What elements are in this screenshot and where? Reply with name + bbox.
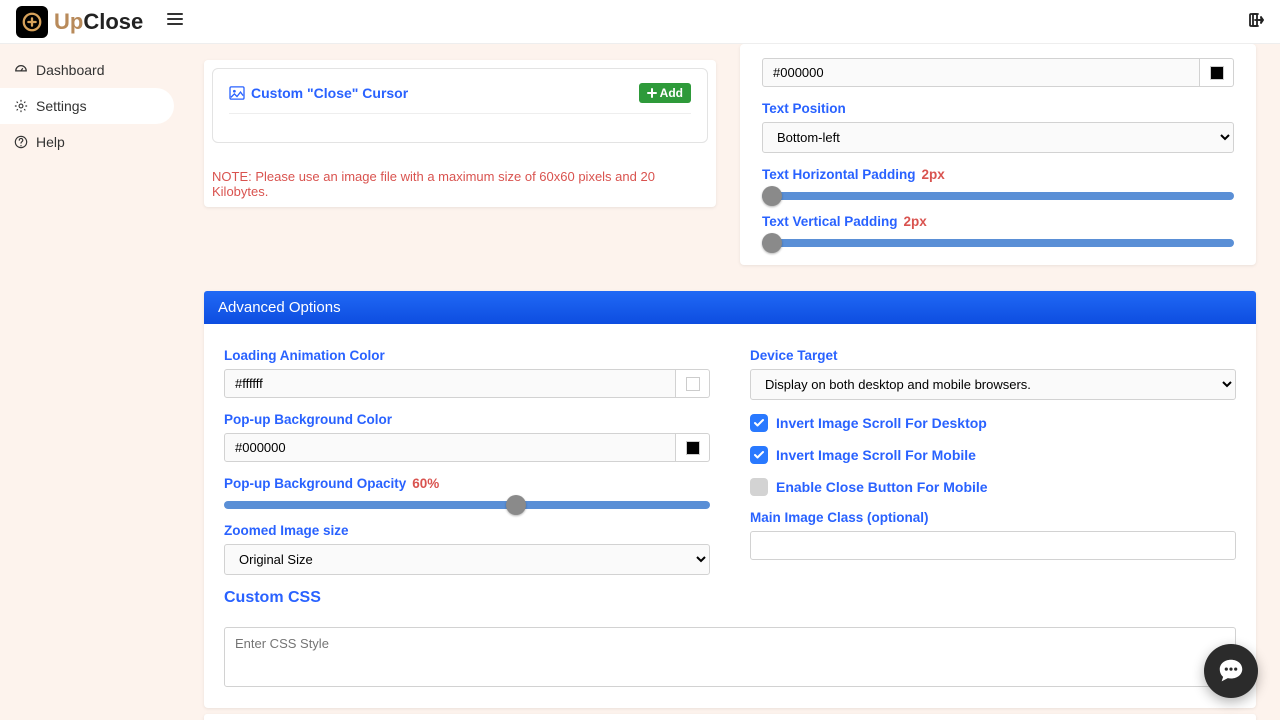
nav-label: Help — [36, 134, 65, 150]
checkbox-icon — [750, 446, 768, 464]
text-color-input[interactable] — [762, 58, 1200, 87]
enable-close-mobile-checkbox[interactable]: Enable Close Button For Mobile — [750, 478, 1236, 496]
sidebar: Dashboard Settings Help — [0, 44, 180, 160]
loading-color-swatch[interactable] — [676, 369, 710, 398]
text-color-swatch[interactable] — [1200, 58, 1234, 87]
hpad-label: Text Horizontal Padding2px — [762, 167, 1234, 182]
custom-css-label: Custom CSS — [224, 589, 710, 607]
hpad-slider[interactable] — [762, 192, 1234, 200]
device-target-select[interactable]: Display on both desktop and mobile brows… — [750, 369, 1236, 400]
custom-cursor-title: Custom "Close" Cursor — [229, 85, 408, 101]
plus-icon — [647, 88, 657, 98]
invert-desktop-checkbox[interactable]: Invert Image Scroll For Desktop — [750, 414, 1236, 432]
form-actions: Cancel Save Settings — [204, 714, 1256, 720]
logo-icon — [16, 6, 48, 38]
nav-label: Dashboard — [36, 62, 105, 78]
main-image-class-label: Main Image Class (optional) — [750, 510, 1236, 525]
custom-cursor-card: Custom "Close" Cursor Add NOTE: Please u… — [204, 60, 716, 207]
popup-bg-label: Pop-up Background Color — [224, 412, 710, 427]
sign-out-icon[interactable] — [1248, 12, 1264, 33]
gear-icon — [14, 99, 28, 113]
checkbox-icon — [750, 478, 768, 496]
checkbox-icon — [750, 414, 768, 432]
vpad-slider[interactable] — [762, 239, 1234, 247]
image-icon — [229, 86, 245, 100]
device-target-label: Device Target — [750, 348, 1236, 363]
sidebar-item-dashboard[interactable]: Dashboard — [0, 52, 174, 88]
main-image-class-input[interactable] — [750, 531, 1236, 560]
chat-widget-button[interactable] — [1204, 644, 1258, 698]
chat-icon — [1216, 656, 1246, 686]
text-position-label: Text Position — [762, 101, 1234, 116]
custom-css-textarea[interactable] — [224, 627, 1236, 687]
loading-color-input[interactable] — [224, 369, 676, 398]
add-button[interactable]: Add — [639, 83, 691, 103]
brand-close: Close — [83, 9, 143, 34]
text-settings-card: Text Position Bottom-left Text Horizonta… — [740, 44, 1256, 265]
zoom-select[interactable]: Original Size — [224, 544, 710, 575]
brand-up: Up — [54, 9, 83, 34]
sidebar-item-settings[interactable]: Settings — [0, 88, 174, 124]
main-content: Custom "Close" Cursor Add NOTE: Please u… — [180, 44, 1280, 720]
invert-mobile-checkbox[interactable]: Invert Image Scroll For Mobile — [750, 446, 1236, 464]
nav-label: Settings — [36, 98, 87, 114]
advanced-options-card: Advanced Options Loading Animation Color… — [204, 291, 1256, 708]
cursor-note: NOTE: Please use an image file with a ma… — [212, 169, 708, 199]
zoom-label: Zoomed Image size — [224, 523, 710, 538]
sidebar-item-help[interactable]: Help — [0, 124, 174, 160]
opacity-label: Pop-up Background Opacity60% — [224, 476, 710, 491]
text-position-select[interactable]: Bottom-left — [762, 122, 1234, 153]
advanced-header: Advanced Options — [204, 291, 1256, 324]
menu-toggle-icon[interactable] — [167, 11, 183, 32]
opacity-slider[interactable] — [224, 501, 710, 509]
dashboard-icon — [14, 63, 28, 77]
brand-logo[interactable]: UpClose — [16, 6, 143, 38]
topbar: UpClose — [0, 0, 1280, 44]
popup-bg-swatch[interactable] — [676, 433, 710, 462]
help-icon — [14, 135, 28, 149]
popup-bg-input[interactable] — [224, 433, 676, 462]
loading-color-label: Loading Animation Color — [224, 348, 710, 363]
vpad-label: Text Vertical Padding2px — [762, 214, 1234, 229]
